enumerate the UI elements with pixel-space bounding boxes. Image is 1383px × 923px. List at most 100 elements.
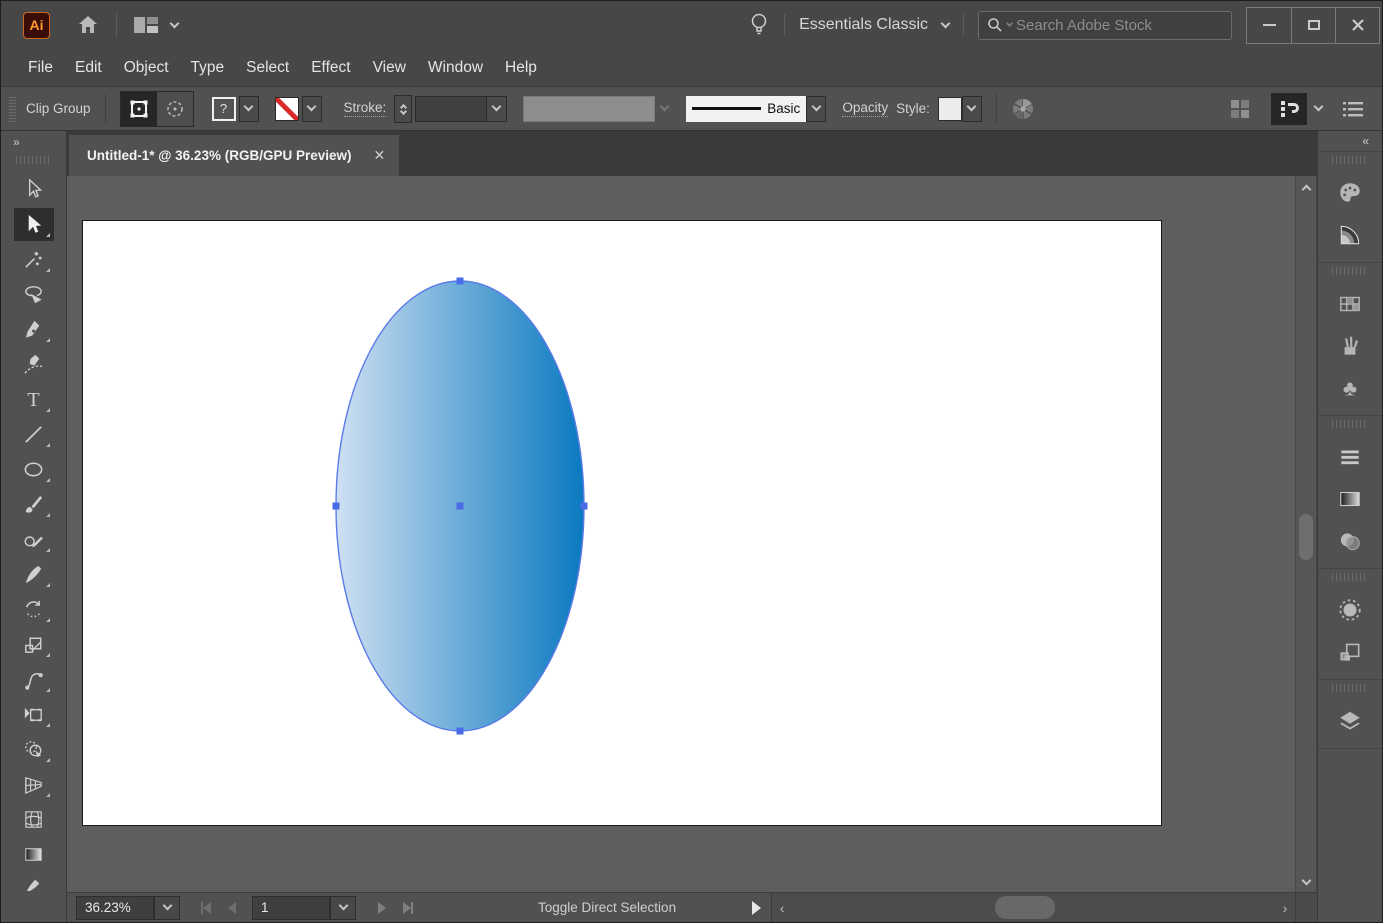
rotate-tool[interactable] xyxy=(14,593,54,626)
recolor-artwork-button[interactable] xyxy=(1011,97,1035,121)
first-artboard-button[interactable] xyxy=(194,896,218,920)
scroll-up-icon[interactable] xyxy=(1303,176,1310,198)
opacity-label[interactable]: Opacity xyxy=(842,100,888,117)
color-guide-panel-icon[interactable] xyxy=(1328,214,1372,256)
edit-contents-button[interactable] xyxy=(157,92,193,126)
style-dropdown[interactable] xyxy=(962,96,982,122)
adobe-stock-search[interactable] xyxy=(978,11,1232,40)
stroke-color-dropdown[interactable] xyxy=(302,96,322,122)
panel-grip[interactable] xyxy=(1332,684,1368,692)
anchor-point[interactable] xyxy=(457,728,464,735)
shaper-tool[interactable] xyxy=(14,523,54,556)
anchor-point[interactable] xyxy=(581,503,588,510)
minimize-button[interactable] xyxy=(1247,8,1291,43)
menu-type[interactable]: Type xyxy=(180,49,236,86)
stroke-panel-icon[interactable] xyxy=(1328,436,1372,478)
style-swatch[interactable] xyxy=(938,97,962,121)
workspace-switcher[interactable]: Essentials Classic xyxy=(799,16,949,34)
menu-select[interactable]: Select xyxy=(235,49,300,86)
last-artboard-button[interactable] xyxy=(396,896,420,920)
menu-window[interactable]: Window xyxy=(417,49,494,86)
stroke-width-field[interactable] xyxy=(415,96,487,122)
zoom-level-field[interactable]: 36.23% xyxy=(76,896,154,920)
document-tab[interactable]: Untitled-1* @ 36.23% (RGB/GPU Preview) ✕ xyxy=(69,135,399,176)
color-panel-icon[interactable] xyxy=(1328,172,1372,214)
horizontal-scroll-thumb[interactable] xyxy=(995,896,1055,919)
artboard-dropdown[interactable] xyxy=(330,896,356,920)
previous-artboard-button[interactable] xyxy=(220,896,244,920)
knife-tool[interactable] xyxy=(14,558,54,591)
curvature-tool[interactable] xyxy=(14,348,54,381)
scale-tool[interactable] xyxy=(14,628,54,661)
scroll-right-icon[interactable]: › xyxy=(1275,900,1295,916)
gradient-panel-icon[interactable] xyxy=(1328,478,1372,520)
stroke-none-swatch[interactable] xyxy=(275,97,299,121)
scroll-down-icon[interactable] xyxy=(1303,870,1310,892)
panel-grip[interactable] xyxy=(1332,267,1368,275)
grid-panel-icon[interactable] xyxy=(1229,98,1251,120)
panel-menu-icon[interactable] xyxy=(1342,100,1364,118)
gradient-tool[interactable] xyxy=(14,838,54,871)
vertical-scrollbar[interactable] xyxy=(1295,176,1317,892)
panel-grip[interactable] xyxy=(1332,573,1368,581)
panel-grip[interactable] xyxy=(1332,420,1368,428)
mesh-tool[interactable] xyxy=(14,803,54,836)
line-segment-tool[interactable] xyxy=(14,418,54,451)
home-icon[interactable] xyxy=(76,13,100,37)
graphic-styles-panel-icon[interactable] xyxy=(1328,631,1372,673)
search-input[interactable] xyxy=(1016,17,1223,34)
transparency-panel-icon[interactable] xyxy=(1328,520,1372,562)
ellipse-tool[interactable] xyxy=(14,453,54,486)
menu-edit[interactable]: Edit xyxy=(64,49,113,86)
status-expand-icon[interactable] xyxy=(752,901,761,915)
panel-grip[interactable] xyxy=(1332,156,1368,164)
zoom-dropdown[interactable] xyxy=(154,896,180,920)
scroll-left-icon[interactable]: ‹ xyxy=(772,900,792,916)
vertical-scroll-track[interactable] xyxy=(1296,198,1316,870)
width-tool[interactable] xyxy=(14,663,54,696)
layers-panel-icon[interactable] xyxy=(1328,700,1372,742)
stroke-width-stepper[interactable] xyxy=(394,95,412,123)
anchor-point[interactable] xyxy=(333,503,340,510)
anchor-point[interactable] xyxy=(457,278,464,285)
arrange-documents-icon[interactable] xyxy=(133,15,159,35)
next-artboard-button[interactable] xyxy=(370,896,394,920)
menu-file[interactable]: File xyxy=(17,49,64,86)
brushes-panel-icon[interactable] xyxy=(1328,325,1372,367)
canvas[interactable] xyxy=(67,176,1295,892)
symbols-panel-icon[interactable]: ♣ xyxy=(1328,367,1372,409)
fill-color-dropdown[interactable] xyxy=(239,96,259,122)
selected-ellipse[interactable] xyxy=(67,176,1295,892)
close-button[interactable] xyxy=(1335,8,1379,43)
fill-color-swatch[interactable]: ? xyxy=(212,97,236,121)
panel-dock-toggle[interactable] xyxy=(1271,93,1322,125)
pen-tool[interactable] xyxy=(14,313,54,346)
horizontal-scrollbar[interactable]: ‹ › xyxy=(771,893,1295,922)
vertical-scroll-thumb[interactable] xyxy=(1299,514,1313,560)
panel-grip[interactable] xyxy=(16,156,52,164)
menu-help[interactable]: Help xyxy=(494,49,548,86)
lightbulb-icon[interactable] xyxy=(748,12,770,38)
artboard-number-field[interactable]: 1 xyxy=(252,896,330,920)
menu-effect[interactable]: Effect xyxy=(300,49,361,86)
perspective-grid-tool[interactable] xyxy=(14,768,54,801)
magic-wand-tool[interactable] xyxy=(14,243,54,276)
swatches-panel-icon[interactable] xyxy=(1328,283,1372,325)
tool-dock-expand[interactable]: » xyxy=(1,131,66,152)
chevron-down-icon[interactable] xyxy=(170,18,180,28)
brush-definition-dropdown[interactable] xyxy=(806,96,826,122)
lasso-tool[interactable] xyxy=(14,278,54,311)
type-tool[interactable]: T xyxy=(14,383,54,416)
right-dock-collapse[interactable]: « xyxy=(1318,131,1382,152)
horizontal-scroll-track[interactable] xyxy=(792,893,1275,922)
menu-view[interactable]: View xyxy=(362,49,417,86)
selection-tool[interactable] xyxy=(14,173,54,206)
anchor-point[interactable] xyxy=(457,503,464,510)
direct-selection-tool[interactable] xyxy=(14,208,54,241)
tab-close-icon[interactable]: ✕ xyxy=(373,147,385,164)
stroke-width-dropdown[interactable] xyxy=(487,96,507,122)
brush-definition-field[interactable]: Basic xyxy=(686,96,806,122)
maximize-button[interactable] xyxy=(1291,8,1335,43)
free-transform-tool[interactable] xyxy=(14,698,54,731)
menu-object[interactable]: Object xyxy=(113,49,180,86)
